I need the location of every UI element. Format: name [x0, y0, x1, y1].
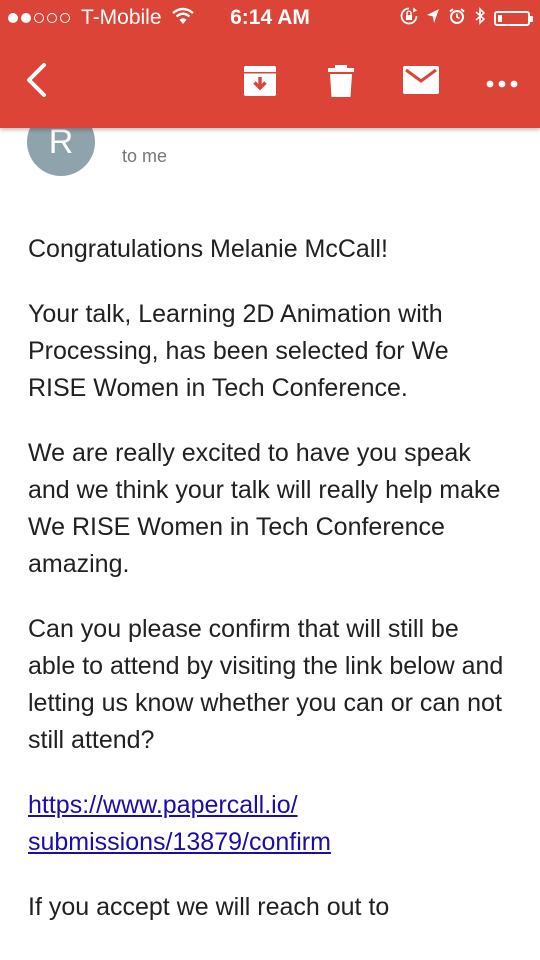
more-options-icon[interactable] [486, 75, 518, 93]
bluetooth-icon [474, 7, 486, 30]
body-paragraph: Can you please confirm that will still b… [28, 615, 504, 754]
body-paragraph: Your talk, Learning 2D Animation with Pr… [28, 300, 449, 402]
mail-icon[interactable] [403, 66, 439, 99]
orientation-lock-icon [400, 7, 418, 30]
delete-icon[interactable] [328, 64, 354, 103]
archive-icon[interactable] [243, 64, 277, 103]
status-bar: T-Mobile 6:14 AM [0, 0, 540, 36]
body-paragraph: We are really excited to have you speak … [28, 439, 501, 578]
battery-fill [498, 15, 502, 22]
location-icon [426, 8, 440, 29]
back-arrow-icon[interactable] [22, 62, 50, 103]
email-body: Congratulations Melanie McCall! Your tal… [28, 231, 508, 954]
alarm-icon [448, 7, 466, 30]
battery-icon [494, 11, 533, 26]
recipient-label[interactable]: to me [122, 146, 167, 167]
body-paragraph: If you accept we will reach out to [28, 893, 390, 921]
confirm-link[interactable]: https://www.papercall.io/submissions/138… [28, 791, 331, 856]
confirm-link-paragraph: https://www.papercall.io/submissions/138… [28, 787, 508, 861]
app-header: T-Mobile 6:14 AM [0, 0, 540, 128]
status-right [392, 7, 533, 30]
greeting: Congratulations Melanie McCall! [28, 235, 388, 263]
